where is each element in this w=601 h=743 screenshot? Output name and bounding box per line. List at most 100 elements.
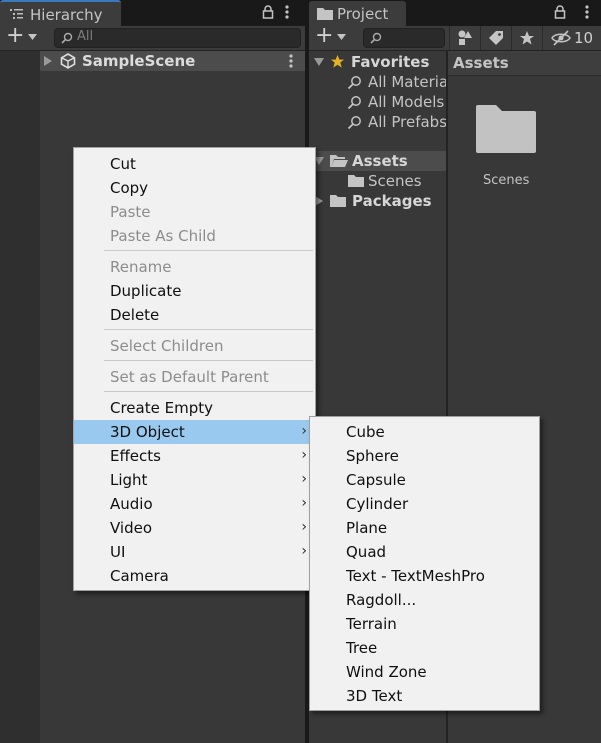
menu-item-create-empty[interactable]: Create Empty (74, 396, 315, 420)
submenu-item-tree[interactable]: Tree (310, 636, 539, 660)
menu-item-ui[interactable]: UI › (74, 540, 315, 564)
favorite-item[interactable]: All Materia (309, 72, 448, 92)
collapsed-arrow-icon[interactable] (315, 196, 323, 206)
project-add-button[interactable]: + (315, 23, 333, 48)
submenu-arrow-icon: › (301, 495, 307, 511)
expand-arrow-icon[interactable] (44, 56, 52, 66)
folder-icon (348, 174, 364, 187)
packages-label: Packages (352, 192, 432, 210)
submenu-item-text-meshpro[interactable]: Text - TextMeshPro (310, 564, 539, 588)
favorites-star-icon (330, 54, 345, 69)
menu-item-label: Delete (110, 306, 160, 324)
submenu-item-plane[interactable]: Plane (310, 516, 539, 540)
assets-row[interactable]: Assets (309, 151, 446, 171)
favorites-filter-button[interactable] (511, 26, 542, 50)
content-breadcrumb: Assets (448, 51, 601, 76)
submenu-3d-object: Cube Sphere Capsule Cylinder Plane Quad … (309, 416, 540, 711)
submenu-item-capsule[interactable]: Capsule (310, 468, 539, 492)
scene-kebab-icon[interactable] (289, 54, 293, 68)
scene-row[interactable]: SampleScene (40, 51, 305, 71)
menu-item-copy[interactable]: Copy (74, 176, 315, 200)
project-search-icon (370, 32, 382, 44)
menu-item-camera[interactable]: Camera (74, 564, 315, 588)
menu-item-audio[interactable]: Audio › (74, 492, 315, 516)
submenu-item-label: Terrain (346, 615, 397, 633)
project-tab-bar: Project (309, 0, 601, 26)
menu-item-video[interactable]: Video › (74, 516, 315, 540)
favorites-label: Favorites (351, 53, 430, 71)
menu-item-paste: Paste (74, 200, 315, 224)
menu-item-effects[interactable]: Effects › (74, 444, 315, 468)
folder-tab-icon (317, 7, 333, 20)
tag-icon (488, 30, 504, 46)
search-icon (347, 75, 362, 90)
submenu-item-label: Tree (346, 639, 378, 657)
menu-separator (104, 360, 313, 361)
kebab-menu-icon[interactable] (285, 5, 289, 19)
favorites-row[interactable]: Favorites (309, 52, 446, 72)
filter-by-label-button[interactable] (480, 26, 511, 50)
hierarchy-search-input[interactable]: All (54, 28, 301, 48)
submenu-item-label: Plane (346, 519, 388, 537)
menu-item-label: 3D Object (110, 423, 185, 441)
favorite-item-label: All Models (368, 93, 445, 111)
scenes-folder-row[interactable]: Scenes (309, 171, 446, 191)
favorite-item[interactable]: All Prefabs (309, 112, 447, 132)
project-lock-icon[interactable] (554, 5, 566, 19)
menu-item-set-default-parent: Set as Default Parent (74, 365, 315, 389)
submenu-item-ragdoll[interactable]: Ragdoll... (310, 588, 539, 612)
asset-folder-label: Scenes (483, 173, 530, 188)
menu-item-3d-object[interactable]: 3D Object › (74, 420, 315, 444)
eye-slash-icon (551, 30, 571, 46)
filter-by-type-button[interactable] (449, 26, 480, 50)
menu-item-cut[interactable]: Cut (74, 152, 315, 176)
submenu-item-label: Cube (346, 423, 385, 441)
submenu-arrow-icon: › (301, 519, 307, 535)
menu-item-label: Select Children (110, 337, 224, 355)
assets-label: Assets (352, 152, 408, 170)
submenu-item-quad[interactable]: Quad (310, 540, 539, 564)
expanded-arrow-icon[interactable] (314, 58, 324, 66)
menu-item-light[interactable]: Light › (74, 468, 315, 492)
submenu-item-cylinder[interactable]: Cylinder (310, 492, 539, 516)
hierarchy-add-button[interactable]: + (6, 23, 24, 48)
hierarchy-toolbar: + All (0, 23, 305, 51)
project-kebab-icon[interactable] (585, 5, 589, 19)
submenu-item-label: Sphere (346, 447, 399, 465)
submenu-item-label: Quad (346, 543, 387, 561)
submenu-item-label: Cylinder (346, 495, 409, 513)
hierarchy-search-placeholder: All (77, 29, 94, 44)
lock-icon[interactable] (262, 5, 274, 19)
asset-folder-tile[interactable]: Scenes (468, 103, 544, 193)
content-header-label[interactable]: Assets (453, 54, 509, 72)
submenu-item-label: Wind Zone (346, 663, 427, 681)
submenu-item-terrain[interactable]: Terrain (310, 612, 539, 636)
submenu-item-3d-text[interactable]: 3D Text (310, 684, 539, 708)
search-icon (347, 95, 362, 110)
project-tab-label: Project (337, 5, 389, 23)
unity-scene-icon (60, 53, 76, 69)
hierarchy-tab-bar: Hierarchy (0, 0, 305, 27)
submenu-item-cube[interactable]: Cube (310, 420, 539, 444)
packages-row[interactable]: Packages (309, 191, 446, 211)
submenu-arrow-icon: › (301, 471, 307, 487)
submenu-item-label: Text - TextMeshPro (346, 567, 485, 585)
menu-item-duplicate[interactable]: Duplicate (74, 279, 315, 303)
favorite-item[interactable]: All Models (309, 92, 446, 112)
menu-item-delete[interactable]: Delete (74, 303, 315, 327)
chevron-down-icon[interactable] (28, 34, 37, 40)
submenu-item-sphere[interactable]: Sphere (310, 444, 539, 468)
menu-item-label: Rename (110, 258, 172, 276)
hierarchy-tab-label: Hierarchy (30, 6, 103, 24)
project-chevron-down-icon[interactable] (337, 34, 346, 40)
hidden-count: 10 (574, 29, 594, 47)
submenu-item-wind-zone[interactable]: Wind Zone (310, 660, 539, 684)
submenu-arrow-icon: › (301, 447, 307, 463)
hierarchy-gutter (0, 51, 40, 743)
shapes-icon (457, 30, 473, 46)
menu-item-label: Create Empty (110, 399, 213, 417)
project-search-input[interactable] (363, 28, 445, 48)
menu-item-label: Paste As Child (110, 227, 216, 245)
menu-item-label: Copy (110, 179, 149, 197)
hidden-packages-button[interactable]: 10 (542, 26, 601, 50)
